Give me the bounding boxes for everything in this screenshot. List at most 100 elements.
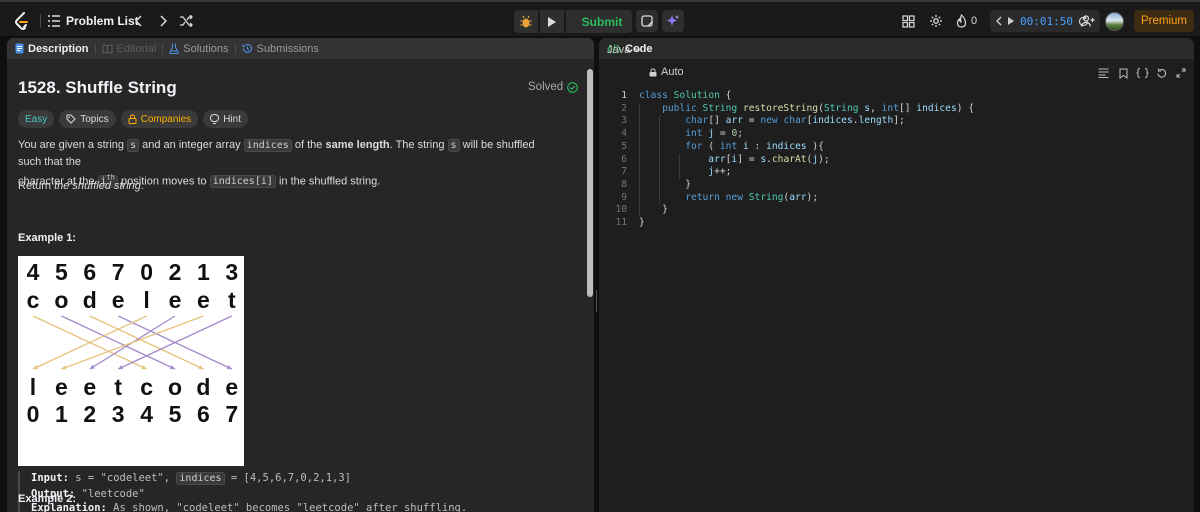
- line-number: 8: [621, 178, 627, 190]
- notes-button[interactable]: [636, 10, 658, 32]
- bottom-number: 6: [197, 401, 210, 427]
- code-line[interactable]: 2 public String restoreString(String s, …: [599, 103, 1194, 116]
- expand-icon[interactable]: [1175, 68, 1187, 78]
- tab-editorial-label: Editorial: [116, 42, 157, 55]
- language-select[interactable]: Java: [607, 44, 642, 56]
- code-tabbar: Code: [599, 38, 1194, 59]
- top-number: 1: [197, 259, 210, 285]
- topics-tag[interactable]: Topics: [59, 110, 116, 128]
- bookmark-icon[interactable]: [1117, 68, 1129, 79]
- streak-count: 0: [971, 15, 978, 27]
- tab-description[interactable]: Description: [15, 43, 89, 55]
- description-tabbar: Description Editorial Solutions Submissi…: [7, 38, 594, 59]
- problem-title[interactable]: 1528. Shuffle String: [18, 78, 177, 98]
- shuffle-icon[interactable]: [178, 10, 194, 32]
- difficulty-label: Easy: [25, 113, 48, 125]
- reset-code-icon[interactable]: [1155, 68, 1167, 79]
- bottom-letter: l: [30, 374, 36, 400]
- inline-code: indices: [176, 472, 225, 485]
- code-line[interactable]: 5 for ( int i : indices ){: [599, 141, 1194, 154]
- bold-text: same length: [325, 139, 390, 151]
- example-output: Output: "leetcode": [31, 487, 558, 502]
- sparkle-icon: [667, 15, 679, 26]
- submit-button[interactable]: Submit: [566, 10, 632, 33]
- leetcode-logo-icon[interactable]: [12, 10, 32, 32]
- premium-button[interactable]: Premium: [1134, 10, 1194, 32]
- description-scrollbar[interactable]: [585, 59, 594, 512]
- text: and an integer array: [139, 139, 244, 151]
- settings-gear-icon[interactable]: [928, 10, 944, 32]
- code-line[interactable]: 10 }: [599, 204, 1194, 217]
- input-value: = [4,5,6,7,0,2,1,3]: [224, 472, 351, 484]
- example-1-io: Input: s = "codeleet", indices = [4,5,6,…: [18, 471, 558, 512]
- layout-icon[interactable]: [900, 10, 916, 32]
- line-number: 11: [615, 217, 627, 228]
- code-line[interactable]: 4 int j = 0;: [599, 128, 1194, 141]
- hint-tag[interactable]: Hint: [203, 110, 248, 128]
- tab-editorial[interactable]: Editorial: [102, 42, 157, 55]
- code-line[interactable]: 1 class Solution {: [599, 90, 1194, 103]
- inline-code: indices: [243, 139, 292, 152]
- code-text: int j = 0;: [685, 128, 743, 140]
- problem-tags: Easy Topics Companies Hint: [18, 110, 248, 128]
- debug-button[interactable]: [514, 10, 538, 33]
- text: Return: [18, 180, 55, 192]
- auto-mode-label: Auto: [661, 66, 684, 78]
- input-label: Input:: [31, 472, 69, 484]
- ai-assistant-button[interactable]: [662, 10, 684, 32]
- next-problem-icon[interactable]: [156, 10, 170, 32]
- problem-list-icon[interactable]: [46, 10, 62, 32]
- top-number: 5: [55, 259, 68, 285]
- diagram-background: [18, 256, 244, 466]
- problem-list-link[interactable]: Problem List: [66, 10, 139, 32]
- check-circle-icon: [567, 81, 579, 93]
- code-text: }: [685, 178, 691, 190]
- top-letter: c: [27, 287, 40, 313]
- code-line[interactable]: 11}: [599, 217, 1194, 230]
- tag-icon: [66, 114, 76, 124]
- text: .: [140, 180, 144, 192]
- add-user-icon[interactable]: [1080, 10, 1096, 32]
- run-button[interactable]: [540, 10, 564, 33]
- bottom-letter: t: [114, 374, 122, 400]
- code-line[interactable]: 8 }: [599, 179, 1194, 192]
- braces-icon[interactable]: [1135, 68, 1149, 78]
- code-panel: Code Java Auto 1 class Solution {2 public…: [599, 38, 1194, 512]
- flask-icon: [169, 43, 180, 54]
- tab-submissions[interactable]: Submissions: [241, 43, 319, 55]
- bottom-letter: c: [140, 374, 153, 400]
- top-letter: o: [54, 287, 68, 313]
- bottom-number: 5: [169, 401, 182, 427]
- top-number: 7: [112, 259, 125, 285]
- code-line[interactable]: 3 char[] arr = new char[indices.length];: [599, 115, 1194, 128]
- code-line[interactable]: 9 return new String(arr);: [599, 192, 1194, 205]
- scrollbar-thumb[interactable]: [587, 69, 593, 297]
- example-2-heading: Example 2:: [18, 493, 77, 505]
- format-code-icon[interactable]: [1097, 68, 1109, 78]
- code-line[interactable]: 7 j++;: [599, 166, 1194, 179]
- user-avatar[interactable]: [1105, 12, 1124, 31]
- bottom-letter: o: [168, 374, 182, 400]
- code-line[interactable]: 6 arr[i] = s.charAt(j);: [599, 154, 1194, 167]
- code-text: arr[i] = s.charAt(j);: [639, 153, 830, 165]
- auto-mode-toggle[interactable]: Auto: [649, 66, 684, 78]
- difficulty-badge[interactable]: Easy: [18, 110, 55, 128]
- top-letter: e: [169, 287, 182, 313]
- text: of the: [291, 139, 326, 151]
- lightbulb-icon: [210, 113, 220, 124]
- previous-problem-icon[interactable]: [132, 10, 146, 32]
- tab-solutions[interactable]: Solutions: [169, 43, 229, 55]
- description-panel: Description Editorial Solutions Submissi…: [7, 38, 594, 512]
- code-text: for ( int i : indices ){: [685, 140, 824, 152]
- companies-tag[interactable]: Companies: [120, 110, 199, 128]
- top-letter: l: [143, 287, 149, 313]
- example-explanation: Explanation: As shown, "codeleet" become…: [31, 501, 558, 512]
- explanation-value: As shown, "codeleet" becomes "leetcode" …: [106, 502, 468, 512]
- document-icon: [15, 43, 24, 54]
- bottom-letter: e: [225, 374, 238, 400]
- line-number: 9: [621, 191, 627, 203]
- tab-separator: [234, 43, 236, 54]
- streak-fire-icon[interactable]: [955, 10, 967, 32]
- example-diagram-image: 4 5 6 7 0 2 1 3c o d e l e e tl e e t c o d e0 1 2 3 4 5 6 7: [18, 256, 244, 466]
- inline-code: s: [127, 139, 140, 152]
